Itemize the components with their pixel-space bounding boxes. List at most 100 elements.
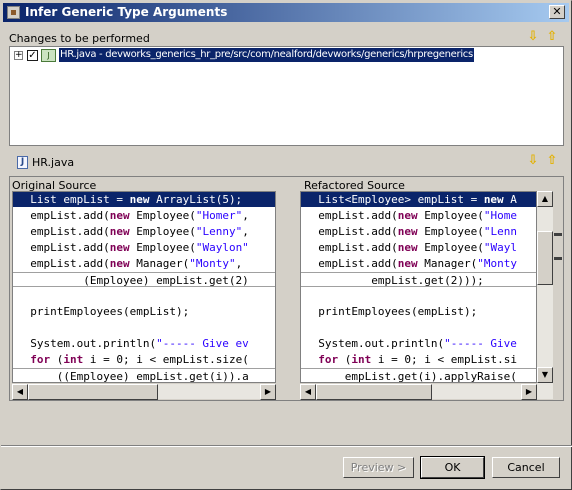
code-string: "Monty": [189, 257, 236, 270]
code-text: System.out.println(: [305, 337, 445, 350]
code-string: "Wayl: [483, 241, 517, 254]
code-string: "----- Give ev: [156, 337, 249, 350]
ok-button[interactable]: OK: [420, 456, 485, 479]
code-keyword: new: [397, 209, 418, 222]
code-text: (Employee) empList.get(2): [17, 274, 249, 287]
code-line[interactable]: empList.add(new Employee("Home: [301, 208, 536, 223]
code-line[interactable]: for (int i = 0; i < empList.size(: [13, 352, 275, 367]
refactored-source-editor[interactable]: List<Employee> empList = new A empList.a…: [300, 191, 537, 383]
code-line[interactable]: empList.add(new Employee("Homer",: [13, 208, 275, 223]
code-text: Employee(: [129, 209, 196, 222]
code-string: "Lenn: [483, 225, 517, 238]
code-line[interactable]: System.out.println("----- Give: [301, 336, 536, 351]
code-line[interactable]: empList.add(new Manager("Monty",: [13, 256, 275, 271]
code-line[interactable]: empList.add(new Employee("Lenny",: [13, 224, 275, 239]
next-change-icon[interactable]: ⇩: [525, 29, 541, 45]
code-keyword: new: [109, 257, 130, 270]
code-text: Employee(: [417, 209, 484, 222]
change-overview-ruler[interactable]: [553, 191, 563, 399]
code-keyword: new: [397, 241, 418, 254]
code-text: Employee(: [417, 225, 484, 238]
compare-viewer: Original Source Refactored Source List e…: [9, 176, 564, 401]
code-keyword: new: [483, 193, 504, 206]
code-line[interactable]: for (int i = 0; i < empList.si: [301, 352, 536, 367]
code-text: empList.add(: [305, 241, 398, 254]
code-keyword: new: [129, 193, 150, 206]
code-line[interactable]: System.out.println("----- Give ev: [13, 336, 275, 351]
code-string: "Homer": [195, 209, 243, 222]
code-line[interactable]: empList.add(new Employee("Lenn: [301, 224, 536, 239]
code-text: (: [50, 353, 64, 366]
code-text: Employee(: [129, 241, 196, 254]
change-checkbox[interactable]: ✓: [27, 50, 38, 61]
java-file-icon: J: [17, 156, 28, 169]
code-keyword: new: [397, 225, 418, 238]
code-text: Manager(: [129, 257, 190, 270]
changes-tree[interactable]: + ✓ J HR.java - devworks_generics_hr_pre…: [9, 46, 564, 146]
code-text: Manager(: [417, 257, 478, 270]
code-text: empList.get(i).applyRaise(: [305, 370, 517, 383]
previous-change-icon[interactable]: ⇧: [544, 29, 560, 45]
original-source-editor[interactable]: List empList = new ArrayList(5); empList…: [12, 191, 276, 383]
code-line[interactable]: [13, 320, 275, 335]
change-marker[interactable]: [554, 257, 562, 260]
code-keyword: int: [63, 353, 84, 366]
code-line[interactable]: [13, 288, 275, 303]
code-line[interactable]: printEmployees(empList);: [301, 304, 536, 319]
scroll-left-button[interactable]: ◀: [300, 384, 316, 400]
scroll-thumb[interactable]: [537, 231, 553, 285]
original-horizontal-scrollbar[interactable]: ◀ ▶: [12, 383, 276, 400]
scroll-thumb[interactable]: [28, 384, 158, 400]
scroll-up-button[interactable]: ▲: [537, 191, 553, 207]
code-text: empList.add(: [17, 241, 110, 254]
code-text: empList.add(: [305, 257, 398, 270]
vertical-scrollbar[interactable]: ▲ ▼: [537, 191, 553, 399]
next-difference-icon[interactable]: ⇩: [525, 153, 541, 169]
code-string: "Lenny": [195, 225, 243, 238]
code-text: i = 0; i < empList.size(: [83, 353, 249, 366]
code-line[interactable]: List<Employee> empList = new A: [301, 192, 536, 207]
preview-button[interactable]: Preview >: [343, 457, 414, 478]
separator: [1, 445, 572, 447]
code-line[interactable]: empList.add(new Manager("Monty: [301, 256, 536, 271]
scroll-left-button[interactable]: ◀: [12, 384, 28, 400]
expand-icon[interactable]: +: [14, 51, 23, 60]
code-line[interactable]: ((Employee) empList.get(i)).a: [13, 368, 275, 383]
code-text: empList.add(: [305, 225, 398, 238]
close-button[interactable]: ✕: [549, 5, 565, 19]
scroll-down-button[interactable]: ▼: [537, 367, 553, 383]
change-marker[interactable]: [554, 233, 562, 236]
code-text: empList.get(2)));: [305, 274, 484, 287]
code-line[interactable]: printEmployees(empList);: [13, 304, 275, 319]
code-text: empList.add(: [305, 209, 398, 222]
previous-difference-icon[interactable]: ⇧: [544, 153, 560, 169]
code-line[interactable]: empList.add(new Employee("Waylon": [13, 240, 275, 255]
scroll-thumb[interactable]: [316, 384, 432, 400]
code-string: "Monty: [477, 257, 517, 270]
title-bar[interactable]: Infer Generic Type Arguments ✕: [3, 3, 569, 22]
tree-item-label[interactable]: HR.java - devworks_generics_hr_pre/src/c…: [59, 48, 474, 62]
code-text: Employee(: [129, 225, 196, 238]
code-line[interactable]: empList.add(new Employee("Wayl: [301, 240, 536, 255]
scroll-right-button[interactable]: ▶: [260, 384, 276, 400]
code-line[interactable]: List empList = new ArrayList(5);: [13, 192, 275, 207]
code-keyword: new: [109, 241, 130, 254]
code-text: ((Employee) empList.get(i)).a: [17, 370, 249, 383]
code-text: (: [338, 353, 352, 366]
changes-header: Changes to be performed: [9, 32, 150, 45]
code-keyword: for: [318, 353, 339, 366]
code-line[interactable]: [301, 288, 536, 303]
code-line[interactable]: empList.get(2)));: [301, 272, 536, 287]
cancel-button[interactable]: Cancel: [492, 457, 560, 478]
code-line[interactable]: [301, 320, 536, 335]
code-text: Employee(: [417, 241, 484, 254]
code-keyword: for: [30, 353, 51, 366]
code-text: empList.add(: [17, 257, 110, 270]
code-line[interactable]: (Employee) empList.get(2): [13, 272, 275, 287]
refactored-horizontal-scrollbar[interactable]: ◀ ▶: [300, 383, 537, 400]
code-line[interactable]: empList.get(i).applyRaise(: [301, 368, 536, 383]
scroll-right-button[interactable]: ▶: [521, 384, 537, 400]
code-text: ,: [242, 225, 249, 238]
